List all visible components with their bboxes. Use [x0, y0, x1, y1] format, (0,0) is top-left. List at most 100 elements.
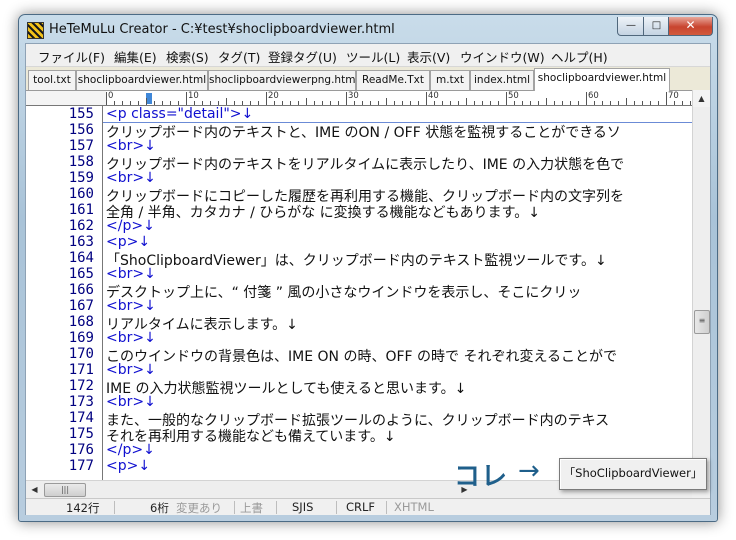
scroll-up-arrow-icon[interactable]: ▲ [693, 90, 710, 107]
status-separator [114, 501, 115, 514]
ruler-tick [202, 101, 203, 105]
menu-tag[interactable]: タグ(T) [218, 47, 260, 66]
horizontal-scroll-thumb[interactable]: ||| [44, 483, 86, 497]
status-modified: 変更あり [176, 501, 222, 515]
ruler-tick [570, 101, 571, 105]
text-editor[interactable]: 155 156 157 158 159 160 161 162 163 164 165 166 167 1… [26, 106, 692, 480]
menu-file[interactable]: ファイル(F) [38, 47, 105, 66]
ruler-tick [250, 101, 251, 105]
tab-index-html[interactable]: index.html [470, 70, 534, 90]
ruler-tick [586, 92, 587, 105]
code-line[interactable]: 「ShoClipboardViewer」は、クリップボード内のテキスト監視ツール… [106, 250, 607, 270]
ruler-tick [370, 101, 371, 105]
minimize-button[interactable]: — [617, 17, 645, 36]
app-window: HeTeMuLu Creator - C:¥test¥shoclipboardv… [18, 14, 718, 522]
vertical-scroll-thumb[interactable]: ≡ [694, 310, 710, 334]
ruler-tick [306, 98, 307, 105]
ruler-tick [602, 101, 603, 105]
code-line[interactable]: <p>↓ [106, 234, 150, 250]
line-number: 173 [68, 394, 94, 410]
vertical-scrollbar[interactable]: ▲ ≡ ▼ [692, 90, 710, 482]
ruler-tick [154, 101, 155, 105]
maximize-button[interactable]: □ [643, 17, 670, 36]
code-line[interactable]: <p>↓ [106, 458, 150, 474]
app-icon[interactable] [27, 22, 44, 39]
ruler-label-30: 30 [348, 91, 359, 101]
ruler-tick [338, 101, 339, 105]
menu-view[interactable]: 表示(V) [407, 47, 450, 66]
menu-edit[interactable]: 編集(E) [114, 47, 157, 66]
ruler-gutter [26, 91, 106, 106]
tab-m-txt[interactable]: m.txt [430, 70, 470, 90]
code-line[interactable]: クリップボード内のテキストと、IME のON / OFF 状態を監視することがで… [106, 122, 621, 142]
ruler-tick [618, 101, 619, 105]
menu-help[interactable]: ヘルプ(H) [551, 47, 608, 66]
ruler-tick [266, 92, 267, 105]
code-line[interactable]: <br>↓ [106, 170, 156, 186]
ruler-tick [514, 101, 515, 105]
tab-shoclipboardviewer-html[interactable]: shoclipboardviewer.html [76, 70, 208, 90]
ruler-tick [522, 101, 523, 105]
code-line[interactable]: <br>↓ [106, 330, 156, 346]
line-number: 170 [68, 346, 94, 362]
ruler-tick [626, 98, 627, 105]
line-number: 176 [68, 442, 94, 458]
ruler-tick [394, 101, 395, 105]
shoclipboardviewer-window[interactable]: 「ShoClipboardViewer」 [559, 458, 707, 490]
code-line[interactable]: <br>↓ [106, 394, 156, 410]
ruler-tick [418, 101, 419, 105]
ruler-tick [498, 101, 499, 105]
ruler-tick [314, 101, 315, 105]
code-line[interactable]: </p>↓ [106, 218, 155, 234]
window-title: HeTeMuLu Creator - C:¥test¥shoclipboardv… [49, 22, 395, 37]
close-button[interactable]: ✕ [668, 17, 713, 36]
code-line[interactable]: </p>↓ [106, 442, 155, 458]
ruler-label-70: 70 [668, 91, 679, 101]
ruler-label-0: 0 [108, 91, 114, 101]
ruler-tick [410, 101, 411, 105]
code-line[interactable]: デスクトップ上に、“ 付箋 ” 風の小さなウインドウを表示し、そこにクリッ [106, 282, 581, 302]
scroll-left-arrow-icon[interactable]: ◀ [26, 481, 43, 498]
ruler-tick [530, 101, 531, 105]
code-line[interactable]: 全角 / 半角、カタカナ / ひらがな に変換する機能などもあります。↓ [106, 202, 540, 222]
ruler-tick [258, 101, 259, 105]
ruler-tick [138, 101, 139, 105]
menu-registered-tag[interactable]: 登録タグ(U) [268, 47, 337, 66]
code-line[interactable]: <br>↓ [106, 266, 156, 282]
line-number: 163 [68, 234, 94, 250]
ruler-tick [130, 101, 131, 105]
menu-search[interactable]: 検索(S) [166, 47, 209, 66]
code-line[interactable]: <br>↓ [106, 138, 156, 154]
code-line[interactable]: クリップボード内のテキストをリアルタイムに表示したり、IME の入力状態を色で [106, 154, 624, 174]
menu-tool[interactable]: ツール(L) [346, 47, 400, 66]
ruler-tick [274, 101, 275, 105]
ruler-tick [682, 101, 683, 105]
ruler-tick [170, 101, 171, 105]
ruler-tick [642, 101, 643, 105]
ruler-tick [330, 101, 331, 105]
code-line[interactable]: <p class="detail">↓ [106, 106, 253, 122]
menu-window[interactable]: ウインドウ(W) [460, 47, 545, 66]
ruler-tick [650, 101, 651, 105]
status-separator [336, 501, 337, 514]
ruler-tick [378, 101, 379, 105]
code-line[interactable]: IME の入力状態監視ツールとしても使えると思います。↓ [106, 378, 466, 398]
title-bar[interactable]: HeTeMuLu Creator - C:¥test¥shoclipboardv… [19, 15, 717, 43]
tab-tool-txt[interactable]: tool.txt [28, 70, 76, 90]
code-line[interactable]: <br>↓ [106, 362, 156, 378]
tab-readme-txt[interactable]: ReadMe.Txt [356, 70, 430, 90]
line-number: 172 [68, 378, 94, 394]
client-area: ファイル(F) 編集(E) 検索(S) タグ(T) 登録タグ(U) ツール(L)… [25, 43, 711, 515]
line-number: 174 [68, 410, 94, 426]
ruler-tick [106, 92, 107, 105]
line-number-gutter: 155 156 157 158 159 160 161 162 163 164 165 166 167 1… [26, 106, 103, 480]
status-newline: CRLF [346, 500, 376, 514]
line-number: 177 [68, 458, 94, 474]
ruler-tick [242, 101, 243, 105]
line-number: 159 [68, 170, 94, 186]
line-number: 166 [68, 282, 94, 298]
tab-shoclipboardviewerpng-html[interactable]: shoclipboardviewerpng.html [208, 70, 356, 90]
code-line[interactable]: <br>↓ [106, 298, 156, 314]
tab-shoclipboardviewer-html-active[interactable]: shoclipboardviewer.html [534, 68, 670, 91]
code-line[interactable]: このウインドウの背景色は、IME ON の時、OFF の時で それぞれ変えること… [106, 346, 617, 366]
